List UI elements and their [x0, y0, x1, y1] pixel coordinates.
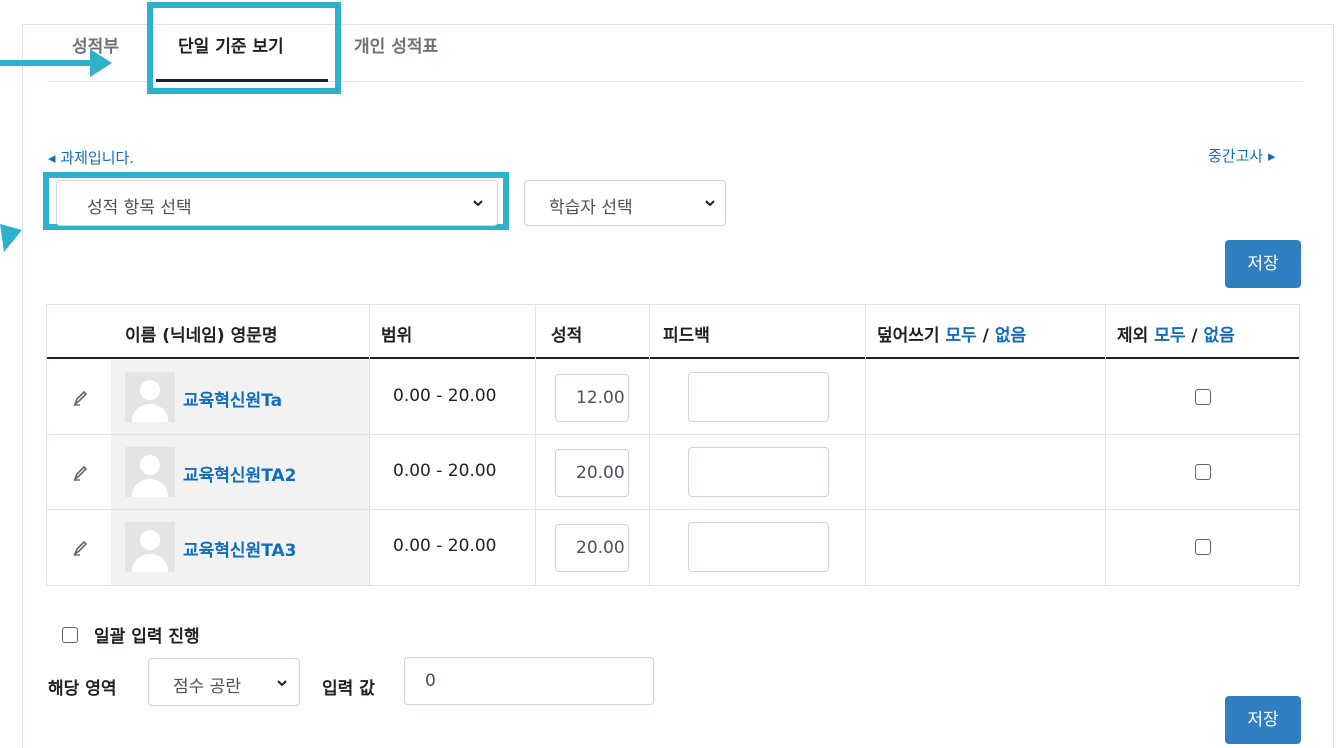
exclude-checkbox[interactable] [1195, 539, 1211, 555]
bulk-insert-label: 일괄 입력 진행 [94, 627, 200, 647]
user-name-link[interactable]: 교육혁신원Ta [183, 386, 282, 411]
column-divider [649, 305, 650, 585]
pencil-icon[interactable] [71, 388, 91, 408]
next-item-link[interactable]: 중간고사 ▸ [1208, 145, 1276, 166]
header-exclude-label: 제외 [1117, 326, 1149, 346]
insert-value-input[interactable]: 0 [404, 657, 654, 705]
avatar [125, 522, 175, 572]
override-all-link[interactable]: 모두 [945, 326, 976, 346]
header-feedback: 피드백 [663, 326, 710, 346]
grade-input[interactable]: 20.00 [555, 524, 629, 572]
column-divider [535, 305, 536, 585]
area-select[interactable]: 점수 공란 [148, 658, 300, 706]
table-row: 교육혁신원TA3 0.00 - 20.00 20.00 [47, 510, 1299, 585]
chevron-down-icon [705, 200, 715, 207]
chevron-down-icon [473, 200, 483, 207]
grades-table: 이름 (닉네임) 영문명 범위 성적 피드백 덮어쓰기 모두 / 없음 제외 모… [46, 304, 1300, 586]
bulk-insert-checkbox[interactable] [62, 627, 78, 643]
column-divider [369, 305, 370, 585]
pencil-icon[interactable] [71, 463, 91, 483]
chevron-down-icon [277, 680, 287, 687]
avatar [125, 447, 175, 497]
user-name-link[interactable]: 교육혁신원TA3 [183, 536, 296, 561]
grade-input[interactable]: 20.00 [555, 449, 629, 497]
override-separator: / [976, 326, 995, 346]
exclude-separator: / [1185, 326, 1204, 346]
column-divider [1105, 305, 1106, 585]
annotation-highlight-tab [147, 2, 341, 94]
header-exclude: 제외 모두 / 없음 [1117, 321, 1235, 346]
save-button[interactable]: 저장 [1225, 240, 1301, 288]
header-range: 범위 [381, 326, 413, 346]
area-select-value: 점수 공란 [173, 677, 241, 697]
table-header: 이름 (닉네임) 영문명 범위 성적 피드백 덮어쓰기 모두 / 없음 제외 모… [47, 305, 1299, 359]
learner-select[interactable]: 학습자 선택 [524, 180, 726, 226]
exclude-checkbox[interactable] [1195, 464, 1211, 480]
header-name: 이름 (닉네임) 영문명 [125, 326, 278, 346]
name-cell: 교육혁신원TA3 [111, 510, 369, 585]
exclude-checkbox[interactable] [1195, 389, 1211, 405]
table-row: 교육혁신원TA2 0.00 - 20.00 20.00 [47, 435, 1299, 510]
feedback-input[interactable] [688, 372, 829, 422]
range-value: 0.00 - 20.00 [393, 386, 497, 406]
header-grade: 성적 [551, 326, 583, 346]
previous-item-link[interactable]: ◂ 과제입니다. [48, 147, 134, 168]
save-button-bottom[interactable]: 저장 [1225, 696, 1301, 744]
header-override-label: 덮어쓰기 [877, 326, 940, 346]
range-value: 0.00 - 20.00 [393, 461, 497, 481]
avatar [125, 372, 175, 422]
learner-select-value: 학습자 선택 [549, 198, 633, 218]
feedback-input[interactable] [688, 447, 829, 497]
column-divider [865, 305, 866, 585]
override-none-link[interactable]: 없음 [995, 326, 1026, 346]
annotation-arrow-icon [0, 224, 22, 252]
table-row: 교육혁신원Ta 0.00 - 20.00 12.00 [47, 360, 1299, 435]
name-cell: 교육혁신원Ta [111, 360, 369, 435]
area-label: 해당 영역 [48, 679, 117, 699]
insert-value-label: 입력 값 [322, 679, 375, 699]
annotation-arrow-icon [0, 49, 112, 77]
header-override: 덮어쓰기 모두 / 없음 [877, 321, 1026, 346]
feedback-input[interactable] [688, 522, 829, 572]
name-cell: 교육혁신원TA2 [111, 435, 369, 510]
exclude-none-link[interactable]: 없음 [1204, 326, 1235, 346]
grade-item-select-value: 성적 항목 선택 [87, 198, 192, 218]
tab-user-report[interactable]: 개인 성적표 [354, 32, 438, 57]
user-name-link[interactable]: 교육혁신원TA2 [183, 461, 296, 486]
exclude-all-link[interactable]: 모두 [1154, 326, 1185, 346]
grade-item-select[interactable]: 성적 항목 선택 [56, 180, 498, 226]
pencil-icon[interactable] [71, 538, 91, 558]
range-value: 0.00 - 20.00 [393, 536, 497, 556]
grade-input[interactable]: 12.00 [555, 374, 629, 422]
